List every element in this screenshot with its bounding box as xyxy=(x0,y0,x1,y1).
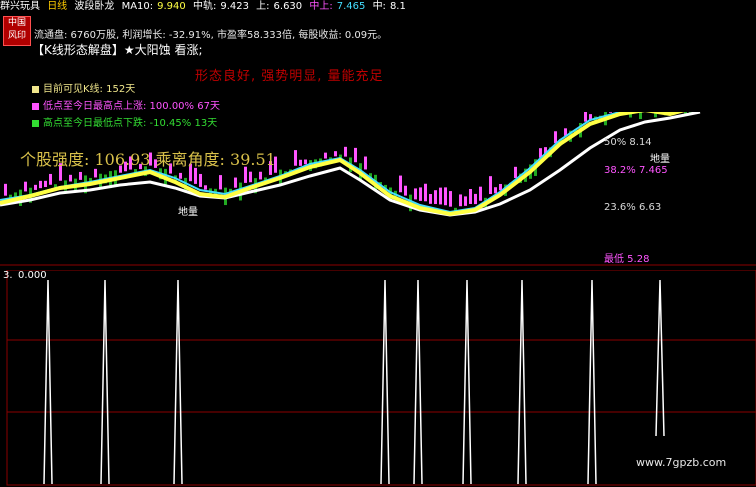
candle xyxy=(354,147,357,163)
candle xyxy=(364,156,367,170)
header-bar: 群兴玩具 日线 波段卧龙 MA10: 9.940 中轨: 9.423 上: 6.630… xyxy=(0,0,756,14)
candle xyxy=(69,174,72,182)
candle xyxy=(464,196,467,206)
diya-marker-left: 地量 xyxy=(178,207,198,218)
lower-indicator-panel[interactable] xyxy=(0,270,756,487)
fib-level-382: 38.2% 7.465 xyxy=(604,165,668,176)
kline-title: 【K线形态解盘】★大阳蚀 看涨; xyxy=(32,43,203,57)
legend-item-2: 低点至今日最高点上涨: 100.00% 67天 xyxy=(32,101,220,113)
legend-label: 目前可见K线: 152天 xyxy=(43,84,136,95)
legend-swatch-magenta xyxy=(32,102,39,110)
candle xyxy=(94,168,97,178)
fib-level-low: 最低 5.28 xyxy=(604,254,650,265)
candle xyxy=(479,186,482,201)
candle xyxy=(44,180,47,188)
candle xyxy=(439,187,442,205)
candle xyxy=(34,184,37,190)
candle xyxy=(334,151,337,157)
up-label: 上: xyxy=(256,1,270,12)
candle xyxy=(449,191,452,207)
up-value: 6.630 xyxy=(273,1,303,12)
legend-label: 低点至今日最高点上涨: 100.00% 67天 xyxy=(43,101,220,112)
zs-value: 7.465 xyxy=(336,1,366,12)
mid-label: 中轨: xyxy=(192,1,217,12)
candle xyxy=(459,194,462,207)
candle xyxy=(219,175,222,190)
z2-label: 中: xyxy=(372,1,386,12)
candle xyxy=(299,159,302,166)
candle xyxy=(444,187,447,206)
candle xyxy=(249,171,252,183)
candle xyxy=(499,183,502,191)
candle xyxy=(434,190,437,205)
candle xyxy=(49,173,52,185)
candle xyxy=(199,173,202,187)
candle xyxy=(324,152,327,159)
site-watermark: www.7gpzb.com xyxy=(636,456,727,469)
logo-line2: 风印 xyxy=(7,31,26,41)
legend-label: 高点至今日最低点下跌: -10.45% 13天 xyxy=(43,118,218,129)
candle xyxy=(424,183,427,202)
lower-value-label: 0.000 xyxy=(18,270,47,281)
z2-value: 8.1 xyxy=(389,1,406,12)
candle xyxy=(404,185,407,196)
candle xyxy=(469,189,472,204)
app-logo: 中国 风印 xyxy=(3,16,31,46)
diya-marker-right: 地量 xyxy=(650,154,670,165)
period-label[interactable]: 日线 xyxy=(47,1,67,12)
fib-level-50: 50% 8.14 xyxy=(604,137,652,148)
lower-index-label: 3. xyxy=(3,270,13,281)
stock-name[interactable]: 群兴玩具 xyxy=(0,1,40,12)
candle xyxy=(204,185,207,190)
candle xyxy=(294,150,297,166)
candle xyxy=(39,180,42,189)
candle xyxy=(429,194,432,204)
strength-readout: 个股强度: 106.93 乘离角度: 39.51 xyxy=(20,150,276,169)
candle xyxy=(489,176,492,195)
legend-swatch-green xyxy=(32,119,39,127)
indicator-name[interactable]: 波段卧龙 xyxy=(74,1,114,12)
candle xyxy=(399,175,402,193)
slogan-text: 形态良好, 强势明显, 量能充足 xyxy=(195,69,384,84)
candle xyxy=(554,131,557,144)
candle xyxy=(414,188,417,200)
ma10-label: MA10: xyxy=(121,1,154,12)
candle xyxy=(259,171,262,180)
legend-item-1: 目前可见K线: 152天 xyxy=(32,84,135,96)
ma10-value: 9.940 xyxy=(157,1,186,12)
logo-line1: 中国 xyxy=(7,18,26,28)
candle xyxy=(344,146,347,157)
candle xyxy=(24,181,27,192)
zs-label: 中上: xyxy=(309,1,333,12)
candle xyxy=(194,167,197,184)
candle xyxy=(474,193,477,205)
candle xyxy=(514,166,517,179)
fib-level-236: 23.6% 6.63 xyxy=(604,202,662,213)
candle xyxy=(419,187,422,201)
candle xyxy=(304,159,307,165)
legend-swatch-yellow xyxy=(32,85,39,93)
candle xyxy=(179,172,182,179)
candle xyxy=(234,177,237,188)
mid-value: 9.423 xyxy=(220,1,249,12)
candle xyxy=(79,171,82,180)
candle xyxy=(4,183,7,196)
legend-item-3: 高点至今日最低点下跌: -10.45% 13天 xyxy=(32,118,217,130)
candle xyxy=(494,187,497,194)
